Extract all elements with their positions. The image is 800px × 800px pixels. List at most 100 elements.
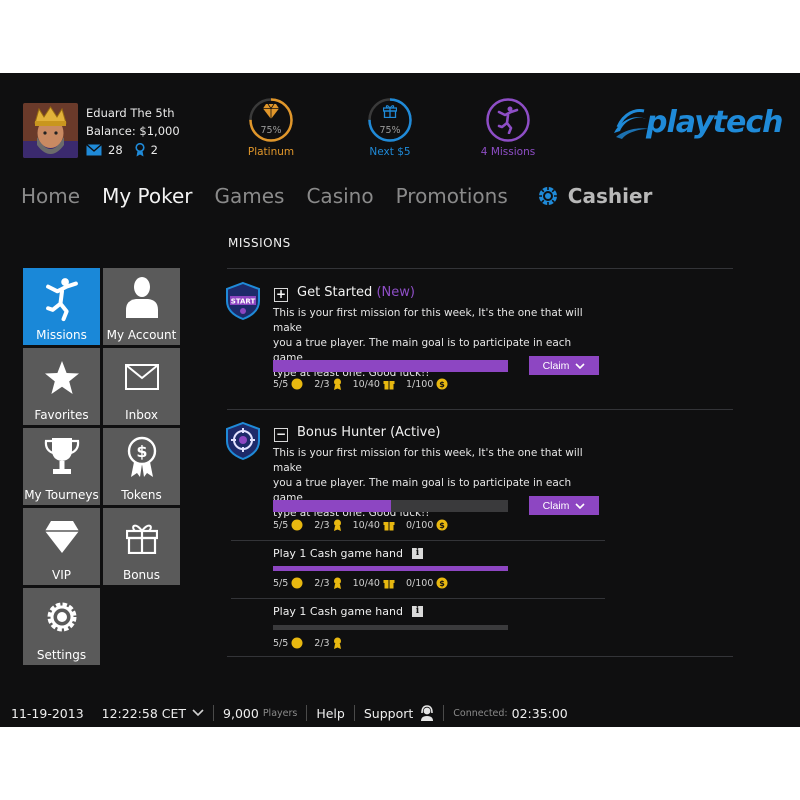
gift-icon bbox=[380, 378, 395, 390]
separator bbox=[443, 705, 445, 721]
nav-home[interactable]: Home bbox=[21, 184, 80, 208]
tile-tokens[interactable]: $ Tokens bbox=[103, 428, 180, 505]
nav-my-poker[interactable]: My Poker bbox=[102, 184, 192, 208]
svg-text:$: $ bbox=[440, 521, 446, 530]
players-label: Players bbox=[262, 707, 298, 719]
mission-description-line: This is your first mission for this week… bbox=[273, 307, 583, 334]
trophy-icon bbox=[43, 436, 81, 480]
missions-stat[interactable]: 4 Missions bbox=[463, 98, 553, 158]
collapse-toggle[interactable]: − bbox=[274, 428, 288, 442]
envelope-icon[interactable] bbox=[86, 144, 102, 156]
token-icon: $ bbox=[126, 436, 158, 480]
claim-label: Claim bbox=[542, 359, 570, 372]
tile-my-tourneys[interactable]: My Tourneys bbox=[23, 428, 100, 505]
star-icon bbox=[44, 356, 80, 400]
tile-favorites[interactable]: Favorites bbox=[23, 348, 100, 425]
svg-text:$: $ bbox=[440, 579, 446, 588]
help-link[interactable]: Help bbox=[316, 706, 345, 721]
info-icon[interactable]: i bbox=[411, 606, 423, 617]
reward-value: 0/100 bbox=[405, 577, 434, 589]
svg-text:$: $ bbox=[440, 380, 446, 389]
nav-cashier[interactable]: Cashier bbox=[538, 184, 653, 208]
mission-progress-bar bbox=[273, 500, 508, 512]
tile-bonus-label: Bonus bbox=[122, 568, 161, 582]
nav-casino[interactable]: Casino bbox=[306, 184, 373, 208]
avatar[interactable] bbox=[23, 103, 78, 158]
status-date: 11-19-2013 bbox=[11, 705, 84, 721]
coin-icon bbox=[288, 519, 303, 531]
messages-count[interactable]: 28 bbox=[108, 143, 123, 157]
chevron-down-icon bbox=[569, 502, 585, 509]
subtask-title: Play 1 Cash game hand i bbox=[273, 605, 423, 618]
cashier-label: Cashier bbox=[567, 184, 653, 208]
subtask-title-text: Play 1 Cash game hand bbox=[273, 547, 403, 560]
mission-description-line: This is your first mission for this week… bbox=[273, 447, 583, 474]
balance-value: $1,000 bbox=[139, 124, 180, 138]
mission-title: Get Started (New) bbox=[297, 285, 415, 300]
tile-settings[interactable]: Settings bbox=[23, 588, 100, 665]
mission-progress-bar bbox=[273, 360, 508, 372]
nav-promotions[interactable]: Promotions bbox=[396, 184, 508, 208]
coin-icon bbox=[288, 378, 303, 390]
subtask-progress-bar bbox=[273, 625, 508, 630]
subtask-progress-bar bbox=[273, 566, 508, 571]
tile-tokens-label: Tokens bbox=[121, 488, 162, 502]
mission-rewards: 5/5 2/3 10/40 1/100 $ bbox=[273, 378, 459, 390]
tile-inbox[interactable]: Inbox bbox=[103, 348, 180, 425]
tile-vip-label: VIP bbox=[52, 568, 71, 582]
support-link[interactable]: Support bbox=[364, 705, 434, 721]
clock-dropdown[interactable]: 12:22:58 CET bbox=[102, 706, 204, 721]
divider bbox=[231, 540, 605, 541]
diamond-icon bbox=[44, 516, 80, 560]
next-bonus-stat[interactable]: 75% Next $5 bbox=[345, 98, 435, 158]
reward-value: 2/3 bbox=[314, 378, 330, 390]
tile-missions[interactable]: Missions bbox=[23, 268, 100, 345]
divider bbox=[227, 656, 733, 657]
reward-value: 5/5 bbox=[273, 637, 289, 649]
tile-missions-label: Missions bbox=[36, 328, 87, 342]
reward-value: 0/100 bbox=[405, 519, 434, 531]
gift-icon bbox=[125, 516, 158, 560]
mission-title-text: Get Started bbox=[297, 285, 373, 300]
ribbon-award-icon[interactable] bbox=[135, 143, 145, 157]
reward-value: 10/40 bbox=[352, 519, 380, 531]
start-badge-icon: START bbox=[223, 281, 263, 321]
reward-value: 2/3 bbox=[314, 577, 330, 589]
tile-bonus[interactable]: Bonus bbox=[103, 508, 180, 585]
poker-client-window: Eduard The 5th Balance: $1,000 28 2 75% … bbox=[0, 73, 800, 727]
nav-games[interactable]: Games bbox=[215, 184, 285, 208]
logo-wordmark: playtech bbox=[646, 105, 783, 140]
runner-icon bbox=[45, 276, 79, 322]
gift-icon bbox=[380, 519, 395, 531]
dollar-coin-icon: $ bbox=[433, 577, 448, 589]
missions-heading: MISSIONS bbox=[228, 236, 291, 250]
user-counters: 28 2 bbox=[86, 143, 158, 157]
claim-button[interactable]: Claim bbox=[529, 496, 599, 515]
medal-icon bbox=[330, 577, 342, 589]
progress-fill bbox=[273, 360, 508, 372]
separator bbox=[306, 705, 308, 721]
claim-button[interactable]: Claim bbox=[529, 356, 599, 375]
mission-status-new: (New) bbox=[376, 285, 415, 300]
tile-vip[interactable]: VIP bbox=[23, 508, 100, 585]
progress-fill bbox=[273, 566, 508, 571]
claim-label: Claim bbox=[542, 499, 570, 512]
awards-count[interactable]: 2 bbox=[151, 143, 158, 157]
chevron-down-icon bbox=[569, 362, 585, 369]
vip-percent: 75% bbox=[260, 125, 282, 136]
tile-settings-label: Settings bbox=[36, 648, 87, 662]
reward-value: 5/5 bbox=[273, 577, 289, 589]
reward-value: 5/5 bbox=[273, 519, 289, 531]
divider bbox=[227, 409, 733, 410]
vip-level-stat[interactable]: 75% Platinum bbox=[226, 98, 316, 158]
info-icon[interactable]: i bbox=[411, 548, 423, 559]
tile-my-account[interactable]: My Account bbox=[103, 268, 180, 345]
dollar-coin-icon: $ bbox=[433, 519, 448, 531]
progress-fill bbox=[273, 500, 391, 512]
reward-value: 10/40 bbox=[352, 378, 380, 390]
separator bbox=[213, 705, 215, 721]
reward-value: 5/5 bbox=[273, 378, 289, 390]
status-time: 12:22:58 CET bbox=[101, 705, 187, 721]
expand-toggle[interactable]: + bbox=[274, 288, 288, 302]
user-name: Eduard The 5th bbox=[86, 106, 175, 120]
